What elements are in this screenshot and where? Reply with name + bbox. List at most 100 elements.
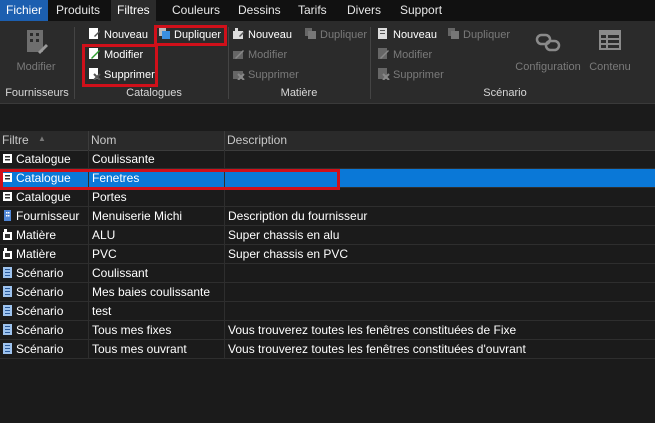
- cell-filtre: Matière: [16, 228, 57, 242]
- scenario-configuration-label: Configuration: [515, 61, 581, 73]
- catalogue-icon: [3, 192, 12, 201]
- scenario-icon: [3, 343, 12, 354]
- scenario-supprimer-button[interactable]: Supprimer: [377, 66, 444, 84]
- scenario-dupliquer-button[interactable]: Dupliquer: [447, 26, 510, 44]
- table-row[interactable]: Scénario Coulissant: [0, 264, 655, 283]
- cell-description: Vous trouverez toutes les fenêtres const…: [228, 342, 526, 356]
- highlight-dupliquer: [154, 25, 227, 46]
- cell-filtre: Scénario: [16, 342, 64, 356]
- matiere-nouveau-button[interactable]: Nouveau: [232, 26, 292, 44]
- highlight-selected-row: [0, 169, 340, 190]
- cell-description: Super chassis en alu: [228, 228, 340, 242]
- menu-tarifs[interactable]: Tarifs: [292, 0, 333, 21]
- matiere-icon: [3, 248, 12, 259]
- menu-support[interactable]: Support: [394, 0, 448, 21]
- link-chain-icon: [535, 33, 561, 52]
- cell-description: Description du fournisseur: [228, 209, 368, 223]
- table-row[interactable]: Matière PVC Super chassis en PVC: [0, 245, 655, 264]
- table-row[interactable]: Scénario Mes baies coulissante: [0, 283, 655, 302]
- cell-filtre: Fournisseur: [16, 209, 80, 223]
- delete-icon: [378, 68, 390, 80]
- edit-icon: [233, 50, 244, 59]
- cell-filtre: Scénario: [16, 304, 64, 318]
- scenario-icon: [3, 324, 12, 335]
- table-row[interactable]: Scénario test: [0, 302, 655, 321]
- cell-filtre: Catalogue: [16, 152, 71, 166]
- matiere-icon: [3, 229, 12, 240]
- matiere-modifier-label: Modifier: [248, 49, 288, 61]
- cell-nom: Coulissant: [92, 266, 149, 280]
- catalogue-nouveau-label: Nouveau: [104, 29, 149, 41]
- cell-filtre: Scénario: [16, 285, 64, 299]
- cell-nom: Coulissante: [92, 152, 155, 166]
- scenario-modifier-button[interactable]: Modifier: [377, 46, 432, 64]
- cell-filtre: Scénario: [16, 323, 64, 337]
- matiere-modifier-button[interactable]: Modifier: [232, 46, 287, 64]
- matiere-dupliquer-button[interactable]: Dupliquer: [304, 26, 367, 44]
- fournisseur-modifier-button[interactable]: Modifier: [10, 28, 62, 73]
- scenario-supprimer-label: Supprimer: [393, 69, 444, 81]
- scenario-icon: [3, 305, 12, 316]
- menu-filtres[interactable]: Filtres: [111, 0, 156, 21]
- fournisseur-modifier-label: Modifier: [16, 61, 56, 73]
- scenario-new-icon: [378, 28, 387, 39]
- menu-couleurs[interactable]: Couleurs: [166, 0, 226, 21]
- scenario-modifier-label: Modifier: [393, 49, 433, 61]
- menu-fichier[interactable]: Fichier: [0, 0, 49, 21]
- cell-nom: Portes: [92, 190, 127, 204]
- matiere-supprimer-label: Supprimer: [248, 69, 299, 81]
- matiere-supprimer-button[interactable]: Supprimer: [232, 66, 299, 84]
- cell-filtre: Matière: [16, 247, 57, 261]
- duplicate-icon: [448, 28, 459, 39]
- cell-nom: Menuiserie Michi: [92, 209, 183, 223]
- column-header-description[interactable]: Description: [224, 131, 655, 150]
- cell-filtre: Scénario: [16, 266, 64, 280]
- column-header-label: Nom: [91, 133, 117, 147]
- group-label-catalogues: Catalogues: [126, 87, 182, 99]
- scenario-contenu-button[interactable]: Contenu: [586, 28, 634, 73]
- edit-icon: [378, 48, 389, 59]
- group-label-fournisseurs: Fournisseurs: [5, 87, 69, 99]
- column-header-nom[interactable]: Nom: [88, 131, 224, 150]
- table-row[interactable]: Fournisseur Menuiserie Michi Description d…: [0, 207, 655, 226]
- menu-divers[interactable]: Divers: [341, 0, 387, 21]
- column-header-filtre[interactable]: Filtre ▲: [0, 131, 88, 150]
- group-label-scenario: Scénario: [483, 87, 527, 99]
- material-new-icon: [233, 28, 244, 39]
- scenario-nouveau-button[interactable]: Nouveau: [377, 26, 437, 44]
- sort-arrow-icon: ▲: [38, 134, 46, 143]
- duplicate-icon: [305, 28, 316, 39]
- table-row[interactable]: Catalogue Coulissante: [0, 150, 655, 169]
- table-row[interactable]: Scénario Tous mes fixes Vous trouverez tou…: [0, 321, 655, 340]
- cell-description: [228, 150, 653, 168]
- table-row[interactable]: Matière ALU Super chassis en alu: [0, 226, 655, 245]
- cell-nom: test: [92, 304, 112, 318]
- cell-nom: ALU: [92, 228, 116, 242]
- scenario-icon: [3, 267, 12, 278]
- scenario-nouveau-label: Nouveau: [393, 29, 438, 41]
- group-separator: [74, 27, 75, 99]
- table-row[interactable]: Catalogue Portes: [0, 188, 655, 207]
- building-edit-icon: [27, 30, 48, 54]
- menu-produits[interactable]: Produits: [50, 0, 106, 21]
- delete-icon: [233, 71, 245, 80]
- cell-description: [228, 264, 653, 282]
- menu-bar: Fichier Produits Filtres Couleurs Dessin…: [0, 0, 655, 21]
- table-header: Filtre ▲ Nom Description: [0, 131, 655, 151]
- highlight-modifier-supprimer: [82, 44, 158, 87]
- cell-nom: Mes baies coulissante: [92, 285, 211, 299]
- cell-nom: PVC: [92, 247, 117, 261]
- scenario-icon: [3, 286, 12, 297]
- menu-dessins[interactable]: Dessins: [232, 0, 287, 21]
- cell-nom: Tous mes ouvrant: [92, 342, 187, 356]
- catalogue-nouveau-button[interactable]: Nouveau: [88, 26, 148, 44]
- new-document-icon: [89, 28, 100, 39]
- table-row[interactable]: Scénario Tous mes ouvrant Vous trouverez t…: [0, 340, 655, 359]
- scenario-configuration-button[interactable]: Configuration: [514, 28, 582, 73]
- cell-description: [228, 188, 653, 206]
- scenario-dupliquer-label: Dupliquer: [463, 29, 511, 41]
- cell-description: Super chassis en PVC: [228, 247, 349, 261]
- cell-description: Vous trouverez toutes les fenêtres const…: [228, 323, 517, 337]
- cell-description: [228, 283, 653, 301]
- group-label-matiere: Matière: [280, 87, 318, 99]
